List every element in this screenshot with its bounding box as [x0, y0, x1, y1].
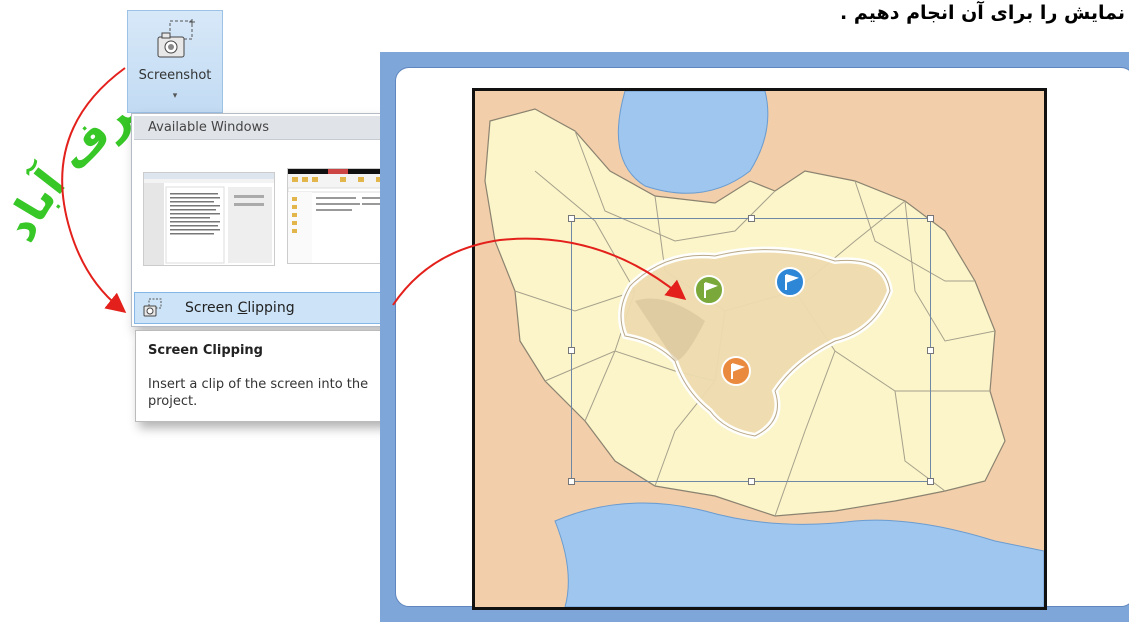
- resize-handle-top[interactable]: [748, 215, 755, 222]
- screen-clipping-label-suffix: lipping: [247, 300, 295, 316]
- document-thumbnail-graphic: [144, 173, 274, 265]
- resize-handle-top-right[interactable]: [927, 215, 934, 222]
- resize-handle-bottom-right[interactable]: [927, 478, 934, 485]
- tooltip-body: Insert a clip of the screen into the pro…: [148, 377, 369, 409]
- tooltip-title: Screen Clipping: [148, 343, 263, 358]
- screen-clipping-mnemonic: C: [237, 300, 248, 316]
- resize-handle-right[interactable]: [927, 347, 934, 354]
- screen-clipping-tooltip: Screen Clipping Insert a clip of the scr…: [135, 330, 417, 422]
- resize-handle-left[interactable]: [568, 347, 575, 354]
- window-thumbnail-document[interactable]: [143, 172, 275, 266]
- clip-selection-box[interactable]: [568, 215, 934, 485]
- screen-clipping-label: Screen Clipping: [185, 300, 295, 316]
- page-heading: نمایش را برای آن انجام دهیم .: [840, 2, 1125, 24]
- camera-icon: [157, 19, 195, 58]
- screenshot-label: Screenshot: [138, 68, 212, 83]
- chevron-down-icon[interactable]: ▾: [128, 91, 222, 101]
- arrow-to-screen-clipping: [61, 67, 127, 313]
- screen-clipping-label-prefix: Screen: [185, 300, 238, 316]
- resize-handle-bottom[interactable]: [748, 478, 755, 485]
- resize-handle-bottom-left[interactable]: [568, 478, 575, 485]
- screen-clipping-icon: [143, 298, 162, 317]
- resize-handle-top-left[interactable]: [568, 215, 575, 222]
- screenshot-button[interactable]: Screenshot ▾: [127, 10, 223, 113]
